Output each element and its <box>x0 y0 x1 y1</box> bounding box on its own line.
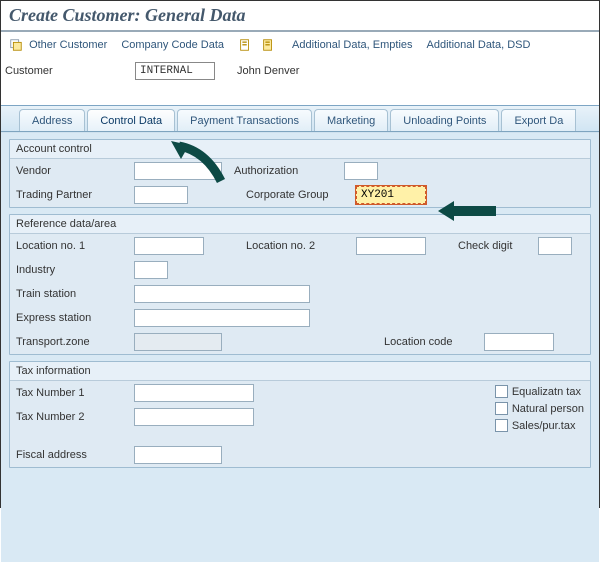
location2-field[interactable] <box>356 237 426 255</box>
checkbox-icon <box>495 402 508 415</box>
authorization-label: Authorization <box>234 165 344 177</box>
corporate-group-field[interactable]: XY201 <box>356 186 426 204</box>
group-tax-title: Tax information <box>10 362 590 381</box>
additional-empties-button[interactable]: Additional Data, Empties <box>292 39 412 51</box>
group-account-control-title: Account control <box>10 140 590 159</box>
other-customer-icon <box>9 38 23 52</box>
company-code-button[interactable]: Company Code Data <box>121 39 224 51</box>
group-reference-title: Reference data/area <box>10 215 590 234</box>
tab-export[interactable]: Export Da <box>501 109 576 131</box>
location-code-label: Location code <box>384 336 484 348</box>
industry-field[interactable] <box>134 261 168 279</box>
trading-partner-label: Trading Partner <box>16 189 134 201</box>
natural-person-checkbox[interactable]: Natural person <box>495 402 584 415</box>
tab-strip: Address Control Data Payment Transaction… <box>1 106 599 132</box>
doc-icon-2[interactable] <box>261 38 275 52</box>
express-station-field[interactable] <box>134 309 310 327</box>
fiscal-label: Fiscal address <box>16 449 134 461</box>
location1-field[interactable] <box>134 237 204 255</box>
tab-control-data[interactable]: Control Data <box>87 109 175 131</box>
additional-dsd-button[interactable]: Additional Data, DSD <box>427 39 531 51</box>
location1-label: Location no. 1 <box>16 240 134 252</box>
tax1-field[interactable] <box>134 384 254 402</box>
tab-address[interactable]: Address <box>19 109 85 131</box>
transport-zone-label: Transport.zone <box>16 336 134 348</box>
vendor-label: Vendor <box>16 165 134 177</box>
tax2-field[interactable] <box>134 408 254 426</box>
train-station-field[interactable] <box>134 285 310 303</box>
equalizatn-tax-label: Equalizatn tax <box>512 386 581 398</box>
other-customer-button[interactable]: Other Customer <box>9 38 107 52</box>
checkbox-icon <box>495 419 508 432</box>
check-digit-field[interactable] <box>538 237 572 255</box>
page-title: Create Customer: General Data <box>1 1 599 32</box>
vendor-field[interactable] <box>134 162 222 180</box>
customer-id-field[interactable]: INTERNAL <box>135 62 215 80</box>
train-station-label: Train station <box>16 288 134 300</box>
group-reference: Reference data/area Location no. 1 Locat… <box>9 214 591 355</box>
check-digit-label: Check digit <box>458 240 538 252</box>
sales-pur-tax-label: Sales/pur.tax <box>512 420 576 432</box>
group-tax: Tax information Tax Number 1 Tax Number … <box>9 361 591 468</box>
checkbox-icon <box>495 385 508 398</box>
authorization-field[interactable] <box>344 162 378 180</box>
group-account-control: Account control Vendor Authorization Tra… <box>9 139 591 208</box>
tax2-label: Tax Number 2 <box>16 411 134 423</box>
industry-label: Industry <box>16 264 134 276</box>
transport-zone-field[interactable] <box>134 333 222 351</box>
customer-row: Customer INTERNAL John Denver <box>1 58 599 88</box>
doc-icon-1[interactable] <box>238 38 252 52</box>
tab-unloading[interactable]: Unloading Points <box>390 109 499 131</box>
equalizatn-tax-checkbox[interactable]: Equalizatn tax <box>495 385 584 398</box>
sales-pur-tax-checkbox[interactable]: Sales/pur.tax <box>495 419 584 432</box>
tab-marketing[interactable]: Marketing <box>314 109 388 131</box>
natural-person-label: Natural person <box>512 403 584 415</box>
other-customer-label: Other Customer <box>29 39 107 51</box>
location2-label: Location no. 2 <box>246 240 356 252</box>
fiscal-field[interactable] <box>134 446 222 464</box>
express-station-label: Express station <box>16 312 134 324</box>
toolbar: Other Customer Company Code Data Additio… <box>1 32 599 58</box>
tax1-label: Tax Number 1 <box>16 387 134 399</box>
location-code-field[interactable] <box>484 333 554 351</box>
tab-payment[interactable]: Payment Transactions <box>177 109 312 131</box>
content-area: Account control Vendor Authorization Tra… <box>1 132 599 562</box>
trading-partner-field[interactable] <box>134 186 188 204</box>
customer-label: Customer <box>5 65 135 77</box>
corporate-group-label: Corporate Group <box>246 189 356 201</box>
customer-name: John Denver <box>237 65 299 77</box>
